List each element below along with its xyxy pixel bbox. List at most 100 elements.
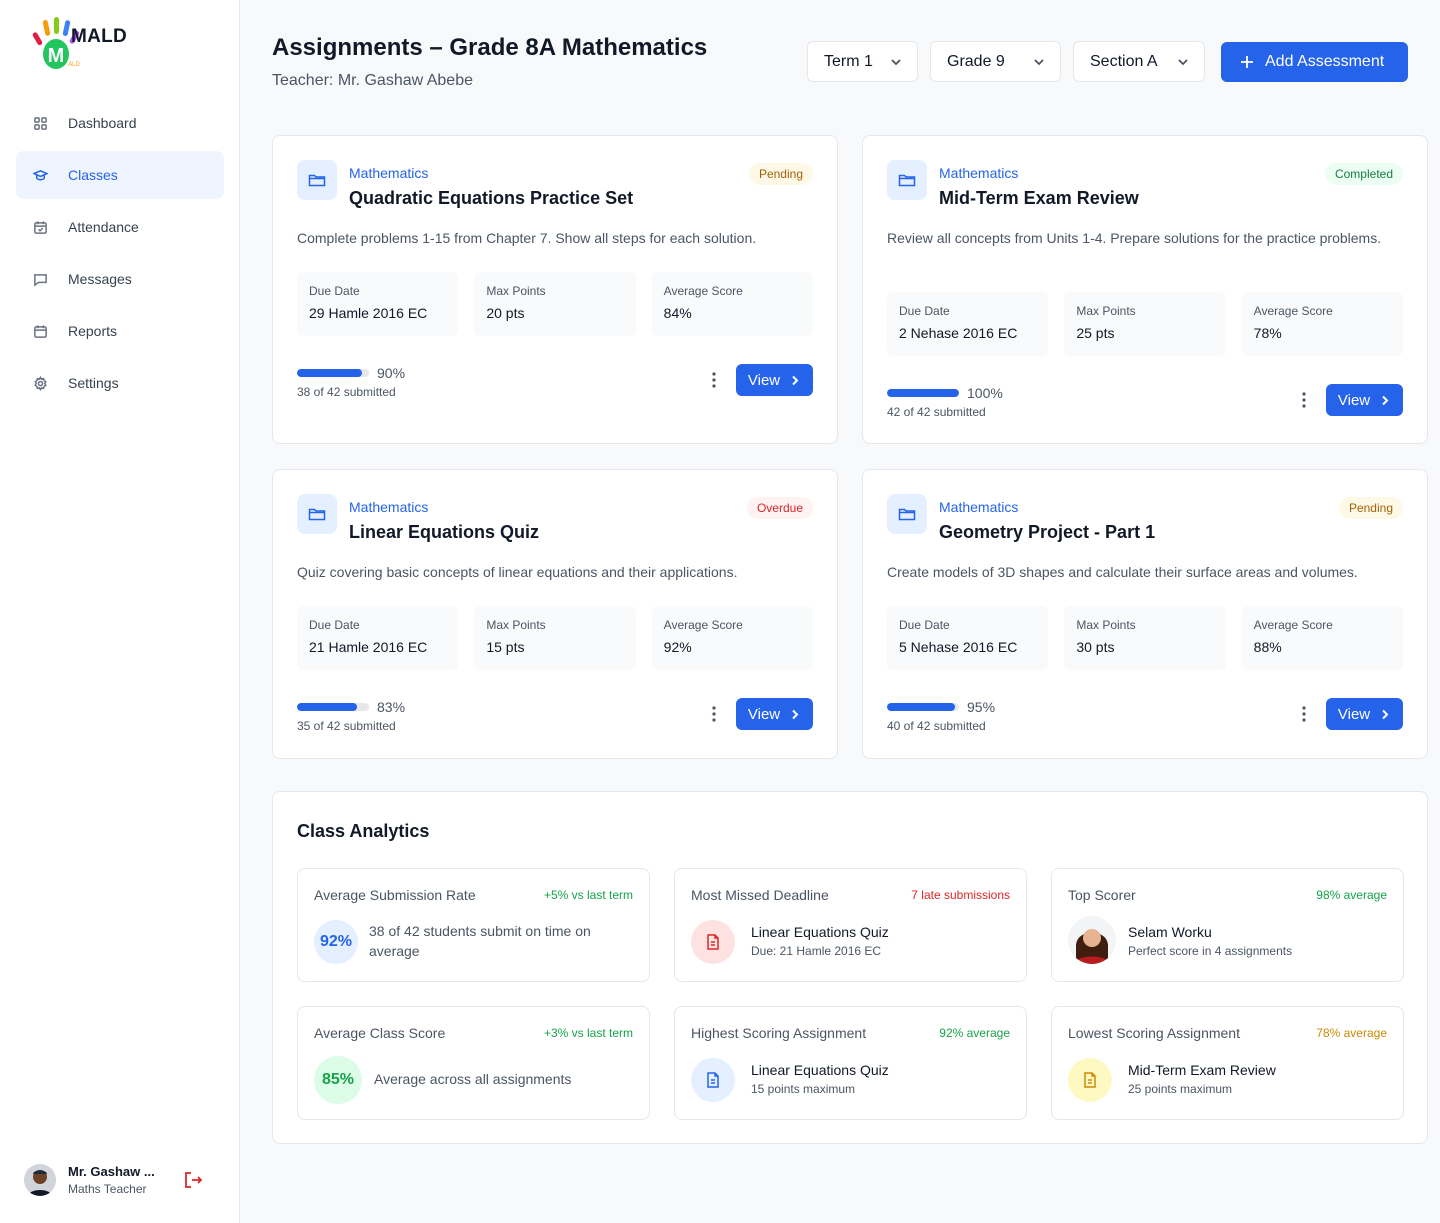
- trend-note: +3% vs last term: [543, 1026, 633, 1040]
- sidebar-item-settings[interactable]: Settings: [16, 359, 224, 407]
- card-label: Average Submission Rate: [314, 887, 476, 903]
- sidebar-item-label: Attendance: [68, 219, 139, 235]
- assignment-points: 15 points maximum: [751, 1082, 856, 1096]
- grid-icon: [32, 115, 48, 131]
- page-subtitle: Teacher: Mr. Gashaw Abebe: [272, 72, 473, 89]
- view-button[interactable]: View: [1326, 384, 1403, 416]
- page-title: Assignments – Grade 8A Mathematics: [272, 34, 708, 61]
- plus-icon: [1241, 55, 1253, 68]
- more-options-icon[interactable]: [1299, 390, 1309, 410]
- card-label: Top Scorer: [1068, 887, 1136, 903]
- gear-icon: [32, 375, 48, 391]
- assignment-subject: Mathematics: [939, 165, 1019, 181]
- submission-rate-card: Average Submission Rate +5% vs last term…: [297, 868, 650, 982]
- max-points-value: 25 pts: [1076, 325, 1115, 341]
- sidebar-item-dashboard[interactable]: Dashboard: [16, 99, 224, 147]
- due-date-stat: Due Date 21 Hamle 2016 EC: [297, 606, 459, 670]
- progress-percent: 83%: [377, 699, 406, 715]
- app-name: MALD: [71, 26, 128, 47]
- class-score-card: Average Class Score +3% vs last term 85%…: [297, 1006, 650, 1120]
- grade-select[interactable]: Grade 9: [930, 41, 1061, 82]
- add-assessment-label: Add Assessment: [1265, 52, 1385, 70]
- sidebar-item-messages[interactable]: Messages: [16, 255, 224, 303]
- term-select[interactable]: Term 1: [807, 41, 918, 82]
- assignment-name: Linear Equations Quiz: [751, 924, 889, 940]
- stat-label: Average Score: [663, 284, 743, 298]
- assignment-card[interactable]: Mathematics Quadratic Equations Practice…: [272, 135, 838, 444]
- max-points-value: 30 pts: [1076, 639, 1115, 655]
- view-button[interactable]: View: [736, 698, 813, 730]
- average-score-stat: Average Score 78%: [1241, 292, 1403, 356]
- assignment-card[interactable]: Mathematics Geometry Project - Part 1 Pe…: [862, 469, 1428, 759]
- highest-scoring-card: Highest Scoring Assignment 92% average L…: [674, 1006, 1027, 1120]
- grade-select-value: Grade 9: [947, 52, 1005, 70]
- progress-fill: [887, 389, 959, 397]
- section-select[interactable]: Section A: [1073, 41, 1205, 82]
- document-icon: [691, 920, 735, 964]
- view-button-label: View: [747, 705, 781, 723]
- assignment-points: 25 points maximum: [1128, 1082, 1233, 1096]
- progress-percent: 90%: [377, 365, 406, 381]
- sidebar-item-reports[interactable]: Reports: [16, 307, 224, 355]
- due-date-value: 5 Nehase 2016 EC: [899, 639, 1018, 655]
- due-date-value: 2 Nehase 2016 EC: [899, 325, 1018, 341]
- more-options-icon[interactable]: [709, 704, 719, 724]
- view-button[interactable]: View: [736, 364, 813, 396]
- folder-icon: [297, 494, 337, 534]
- trend-note: +5% vs last term: [543, 888, 633, 902]
- average-score-value: 84%: [663, 305, 692, 321]
- stat-label: Max Points: [486, 618, 546, 632]
- logout-icon[interactable]: [182, 1169, 204, 1191]
- graduation-cap-icon: [32, 167, 48, 183]
- stat-label: Average Score: [1253, 618, 1333, 632]
- submission-rate-value: 92%: [314, 920, 358, 964]
- assignment-description: Review all concepts from Units 1-4. Prep…: [887, 230, 1382, 246]
- card-label: Most Missed Deadline: [691, 887, 829, 903]
- chevron-down-icon: [1176, 55, 1190, 69]
- score-note: 98% average: [1316, 888, 1387, 902]
- progress-percent: 100%: [967, 385, 1003, 401]
- assignment-subject: Mathematics: [939, 499, 1019, 515]
- progress-track: [887, 703, 959, 711]
- average-score-stat: Average Score 88%: [1241, 606, 1403, 670]
- average-score-value: 88%: [1253, 639, 1282, 655]
- chevron-right-icon: [1382, 709, 1389, 719]
- stat-label: Due Date: [899, 304, 950, 318]
- sidebar-item-label: Reports: [68, 323, 118, 339]
- view-button-label: View: [1337, 705, 1371, 723]
- submitted-count: 40 of 42 submitted: [887, 719, 986, 733]
- add-assessment-button[interactable]: Add Assessment: [1221, 41, 1408, 82]
- sidebar-item-classes[interactable]: Classes: [16, 151, 224, 199]
- sidebar-item-label: Classes: [68, 167, 118, 183]
- progress-track: [887, 389, 959, 397]
- average-score-value: 92%: [663, 639, 692, 655]
- stat-label: Average Score: [1253, 304, 1333, 318]
- submitted-count: 38 of 42 submitted: [297, 385, 396, 399]
- assignment-card[interactable]: Mathematics Mid-Term Exam Review Complet…: [862, 135, 1428, 444]
- card-text: 38 of 42 students submit on time on aver…: [369, 923, 591, 959]
- stat-label: Max Points: [1076, 618, 1136, 632]
- sidebar-item-label: Settings: [68, 375, 119, 391]
- svg-text:ALD: ALD: [68, 62, 80, 68]
- due-date-stat: Due Date 29 Hamle 2016 EC: [297, 272, 459, 336]
- card-text: Average across all assignments: [374, 1071, 572, 1087]
- user-profile[interactable]: Mr. Gashaw ... Maths Teacher: [24, 1162, 208, 1198]
- assignment-description: Create models of 3D shapes and calculate…: [887, 564, 1358, 580]
- status-badge: Completed: [1324, 163, 1403, 185]
- progress-percent: 95%: [967, 699, 996, 715]
- assignment-name: Mid-Term Exam Review: [1128, 1062, 1276, 1078]
- average-score-stat: Average Score 84%: [651, 272, 813, 336]
- due-date-stat: Due Date 2 Nehase 2016 EC: [887, 292, 1049, 356]
- progress-fill: [887, 703, 956, 711]
- submission-progress: 83%: [297, 699, 405, 715]
- due-date-value: 29 Hamle 2016 EC: [309, 305, 428, 321]
- student-detail: Perfect score in 4 assignments: [1128, 944, 1293, 958]
- progress-track: [297, 703, 369, 711]
- assignment-description: Complete problems 1-15 from Chapter 7. S…: [297, 230, 757, 246]
- view-button[interactable]: View: [1326, 698, 1403, 730]
- assignment-card[interactable]: Mathematics Linear Equations Quiz Overdu…: [272, 469, 838, 759]
- more-options-icon[interactable]: [709, 370, 719, 390]
- sidebar-item-attendance[interactable]: Attendance: [16, 203, 224, 251]
- due-date-stat: Due Date 5 Nehase 2016 EC: [887, 606, 1049, 670]
- more-options-icon[interactable]: [1299, 704, 1309, 724]
